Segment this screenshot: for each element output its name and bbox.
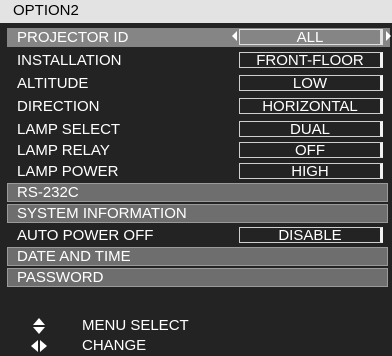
altitude-value[interactable]: LOW [239, 75, 383, 91]
lamp-relay-label: LAMP RELAY [17, 142, 110, 159]
menu-item-rs232c[interactable]: RS-232C [7, 183, 388, 202]
lamp-power-value[interactable]: HIGH [239, 163, 383, 179]
right-arrow-icon[interactable] [386, 31, 391, 41]
menu-item-projector-id[interactable]: PROJECTOR ID ALL [7, 28, 391, 47]
lamp-power-label: LAMP POWER [17, 163, 119, 180]
help-menu-select-text: MENU SELECT [82, 317, 189, 334]
lamp-relay-value[interactable]: OFF [239, 142, 383, 158]
system-information-label: SYSTEM INFORMATION [17, 205, 187, 222]
auto-power-off-label: AUTO POWER OFF [17, 227, 154, 244]
menu-item-lamp-select[interactable]: LAMP SELECT DUAL [7, 120, 390, 139]
menu-item-installation[interactable]: INSTALLATION FRONT-FLOOR [7, 51, 390, 70]
up-down-arrows-icon [33, 318, 45, 334]
help-menu-select: MENU SELECT [0, 317, 392, 335]
auto-power-off-value[interactable]: DISABLE [239, 227, 383, 243]
password-label: PASSWORD [17, 269, 104, 286]
direction-label: DIRECTION [17, 98, 100, 115]
menu-item-system-information[interactable]: SYSTEM INFORMATION [7, 204, 388, 223]
lamp-select-value[interactable]: DUAL [239, 121, 383, 137]
projector-id-label: PROJECTOR ID [17, 29, 129, 46]
rs232c-label: RS-232C [17, 184, 79, 201]
title-bar: OPTION2 [0, 0, 392, 23]
installation-label: INSTALLATION [17, 52, 122, 69]
help-change: CHANGE [0, 337, 392, 355]
menu-item-altitude[interactable]: ALTITUDE LOW [7, 74, 390, 93]
direction-value[interactable]: HORIZONTAL [239, 98, 383, 114]
menu-item-lamp-power[interactable]: LAMP POWER HIGH [7, 162, 390, 181]
page-title: OPTION2 [13, 2, 79, 19]
help-change-text: CHANGE [82, 337, 147, 354]
menu-item-date-and-time[interactable]: DATE AND TIME [7, 247, 388, 266]
date-and-time-label: DATE AND TIME [17, 248, 131, 265]
left-arrow-icon[interactable] [232, 31, 237, 41]
left-right-arrows-icon [31, 340, 47, 352]
menu-item-lamp-relay[interactable]: LAMP RELAY OFF [7, 141, 390, 160]
options-panel: PROJECTOR ID ALL INSTALLATION FRONT-FLOO… [0, 23, 392, 356]
menu-item-direction[interactable]: DIRECTION HORIZONTAL [7, 97, 390, 116]
projector-id-value[interactable]: ALL [239, 29, 383, 45]
menu-item-password[interactable]: PASSWORD [7, 268, 388, 287]
installation-value[interactable]: FRONT-FLOOR [239, 52, 383, 68]
altitude-label: ALTITUDE [17, 75, 89, 92]
lamp-select-label: LAMP SELECT [17, 121, 121, 138]
menu-item-auto-power-off[interactable]: AUTO POWER OFF DISABLE [7, 226, 390, 245]
